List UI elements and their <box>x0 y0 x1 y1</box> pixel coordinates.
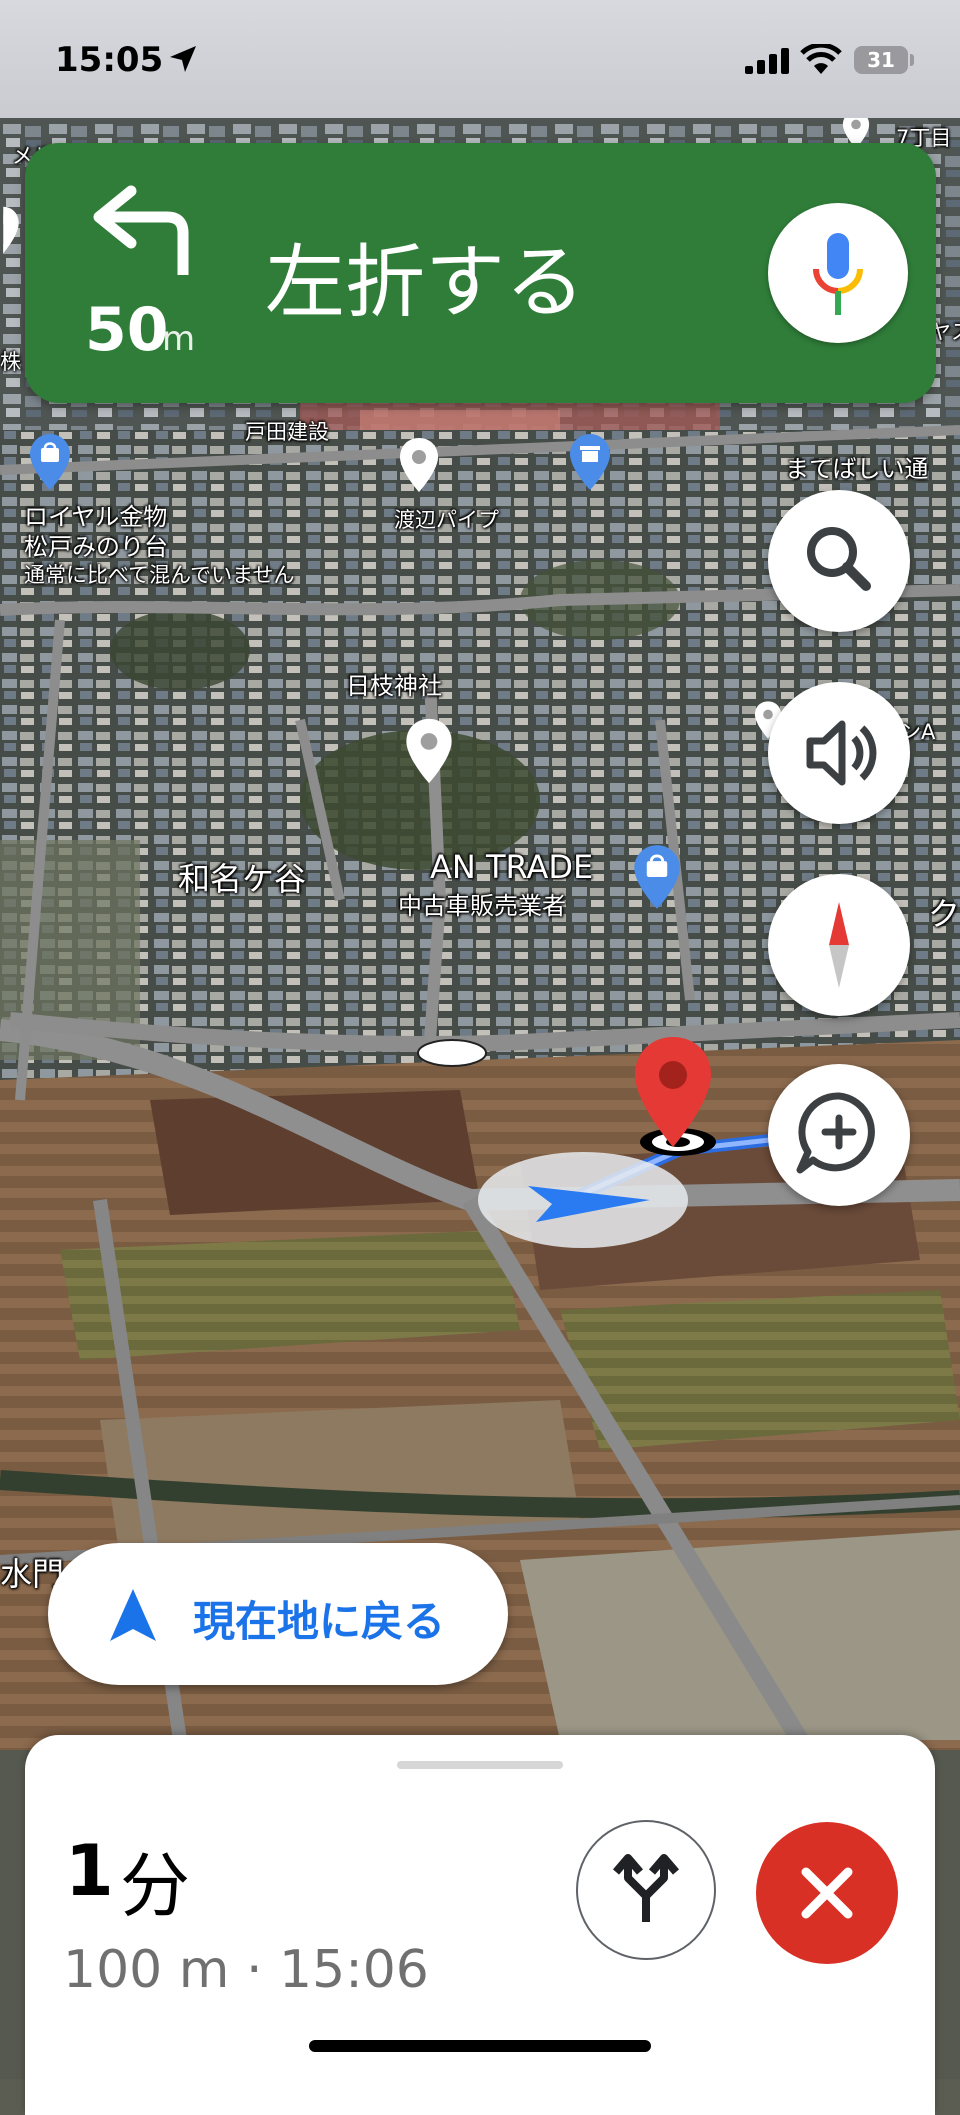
status-bar: 15:05 31 <box>0 0 960 118</box>
map-label: ロイヤル金物 <box>24 503 168 531</box>
map-label: 戸田建設 <box>245 420 329 444</box>
battery-icon: 31 <box>854 46 908 74</box>
map-label: 中古車販売業者 <box>398 892 566 920</box>
recenter-button[interactable]: 現在地に戻る <box>48 1543 508 1685</box>
trip-summary-sheet[interactable]: 1 分 100 m · 15:06 <box>25 1735 935 2115</box>
map-label: まてばしい通 <box>785 455 929 483</box>
voice-search-button[interactable] <box>768 203 908 343</box>
close-icon <box>801 1867 853 1919</box>
signal-icon <box>745 48 789 74</box>
map-label: 日枝神社 <box>346 672 442 700</box>
current-location-arrow-icon <box>478 1152 688 1248</box>
battery-tip <box>910 54 914 66</box>
map-label: ク <box>928 895 960 933</box>
turn-left-icon <box>93 185 189 275</box>
alternate-routes-button[interactable] <box>576 1820 716 1960</box>
turn-distance-unit: m <box>162 319 196 359</box>
map-label: AN TRADE <box>430 848 594 886</box>
sheet-drag-handle[interactable] <box>397 1761 563 1769</box>
add-comment-icon <box>796 1092 875 1174</box>
location-arrow-icon <box>170 46 196 72</box>
navigation-banner[interactable]: 50 m 左折する <box>25 143 936 403</box>
sound-button[interactable] <box>768 682 910 824</box>
trip-distance-arrival: 100 m · 15:06 <box>63 1940 429 2000</box>
status-time: 15:05 <box>55 40 164 80</box>
search-icon <box>807 527 871 591</box>
shop-pin-icon[interactable] <box>28 432 72 492</box>
turn-instruction: 左折する <box>265 236 585 329</box>
add-report-button[interactable] <box>768 1064 910 1206</box>
home-indicator[interactable] <box>309 2040 651 2052</box>
recenter-label: 現在地に戻る <box>193 1597 446 1646</box>
map-label: 株 <box>0 350 21 374</box>
area-label: 和名ケ谷 <box>178 860 307 898</box>
traffic-status-label: 通常に比べて混んでいません <box>24 563 295 587</box>
exit-navigation-button[interactable] <box>756 1822 898 1964</box>
place-pin-icon[interactable] <box>0 205 22 255</box>
route-fork-icon <box>612 1854 680 1922</box>
place-pin-icon[interactable] <box>398 436 440 494</box>
compass-button[interactable] <box>768 874 910 1016</box>
turn-distance-value: 50 <box>85 295 169 365</box>
wifi-icon <box>800 44 842 74</box>
map-label: 松戸みのり台 <box>24 533 168 561</box>
destination-pin-icon[interactable] <box>632 1035 714 1153</box>
shop-pin-icon[interactable] <box>568 432 612 492</box>
shop-pin-icon[interactable] <box>632 842 682 912</box>
volume-icon <box>806 720 877 786</box>
place-pin-icon[interactable] <box>404 716 454 786</box>
compass-icon <box>829 902 849 988</box>
navigation-arrow-icon <box>110 1589 156 1641</box>
map-label: 渡辺パイプ <box>394 508 499 532</box>
search-button[interactable] <box>768 490 910 632</box>
google-mic-icon <box>813 233 863 315</box>
eta-unit: 分 <box>120 1845 190 1927</box>
eta-minutes: 1 <box>65 1830 114 1912</box>
